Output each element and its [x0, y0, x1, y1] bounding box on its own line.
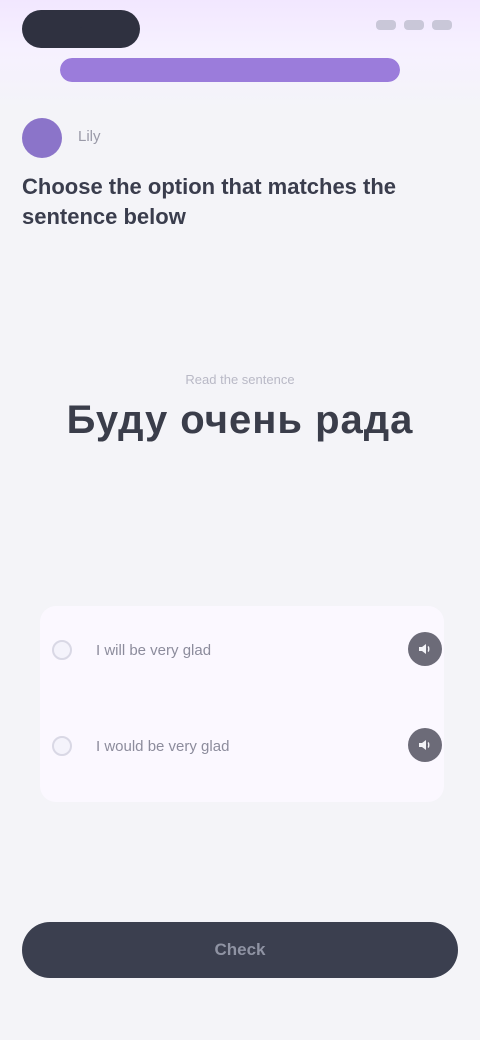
radio-icon[interactable]	[52, 640, 72, 660]
sentence-caption: Read the sentence	[185, 372, 295, 387]
status-bar: 9:41	[0, 0, 480, 56]
signal-icon	[376, 20, 396, 30]
avatar	[22, 118, 62, 158]
lesson-progress-fill	[60, 58, 400, 82]
wifi-icon	[404, 20, 424, 30]
target-sentence: Буду очень рада	[66, 398, 414, 442]
option-label: I would be very glad	[96, 738, 230, 755]
status-time: 9:41	[80, 28, 82, 29]
speaker-icon[interactable]	[408, 728, 442, 762]
options-card: I will be very glad I would be very glad	[40, 606, 444, 802]
option-2[interactable]: I would be very glad	[40, 702, 444, 792]
speaker-icon[interactable]	[408, 632, 442, 666]
check-button[interactable]: Check	[22, 922, 458, 978]
sender-name: Lily	[78, 128, 101, 145]
status-icons	[376, 20, 452, 30]
battery-icon	[432, 20, 452, 30]
prompt-text: Choose the option that matches the sente…	[22, 174, 397, 229]
status-time-pill: 9:41	[22, 10, 140, 48]
lesson-progress-bar	[60, 58, 400, 82]
option-label: I will be very glad	[96, 642, 212, 659]
option-1[interactable]: I will be very glad	[40, 606, 444, 696]
radio-icon[interactable]	[52, 736, 72, 756]
